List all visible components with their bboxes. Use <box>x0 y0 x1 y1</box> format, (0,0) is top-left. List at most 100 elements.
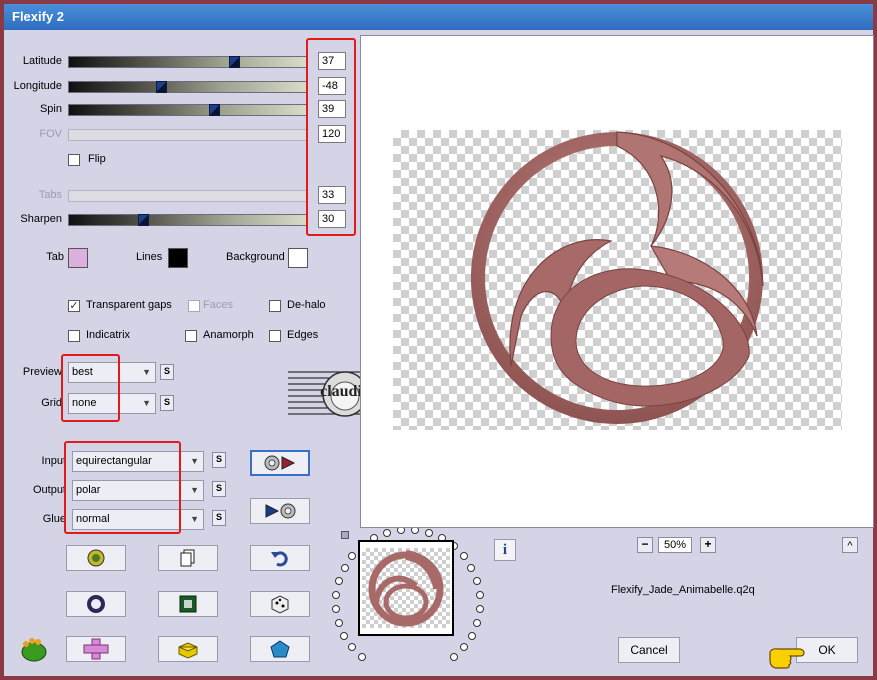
pointing-hand-icon <box>769 648 805 669</box>
de-halo-checkbox[interactable] <box>269 300 281 312</box>
fov-label: FOV <box>39 128 62 140</box>
transparent-gaps-checkbox[interactable]: ✓ <box>68 300 80 312</box>
pentagon-icon <box>270 640 290 658</box>
chevron-down-icon: ▼ <box>190 456 199 466</box>
input-to-output-button[interactable] <box>250 450 310 476</box>
edges-label: Edges <box>287 329 319 341</box>
output-label: Output <box>32 484 66 496</box>
background-color-swatch[interactable] <box>288 248 308 268</box>
navigator-dot[interactable] <box>476 591 484 599</box>
navigator-dot[interactable] <box>348 643 356 651</box>
pointing-hand <box>768 644 808 670</box>
info-button[interactable]: i <box>494 539 516 561</box>
grid-s-button[interactable]: S <box>160 395 174 411</box>
copy-button[interactable] <box>158 545 218 571</box>
input-label: Input <box>41 455 66 467</box>
navigator-dot[interactable] <box>383 529 391 537</box>
brick-button[interactable] <box>158 636 218 662</box>
plugin-logo-icon <box>21 638 47 662</box>
randomize-button[interactable] <box>66 545 126 571</box>
ring-button[interactable] <box>66 591 126 617</box>
preview-s-button[interactable]: S <box>160 364 174 380</box>
preset-filename: Flexify_Jade_Animabelle.q2q <box>611 584 755 596</box>
spin-slider[interactable] <box>68 104 308 116</box>
preview-label: Preview <box>22 366 62 378</box>
navigator-thumbnail[interactable] <box>358 540 454 636</box>
preview-grid-highlight <box>61 354 120 422</box>
zoom-level: 50% <box>658 537 692 553</box>
navigator-dot[interactable] <box>476 605 484 613</box>
edges-checkbox[interactable] <box>269 330 281 342</box>
tab-color-swatch[interactable] <box>68 248 88 268</box>
navigator-handle[interactable] <box>341 531 349 539</box>
lines-color-swatch[interactable] <box>168 248 188 268</box>
dice-button[interactable] <box>250 591 310 617</box>
expand-button[interactable]: ^ <box>842 537 858 553</box>
transparent-gaps-check-mark: ✓ <box>69 300 79 312</box>
navigator-dot[interactable] <box>335 619 343 627</box>
output-to-input-button[interactable] <box>250 498 310 524</box>
latitude-label: Latitude <box>22 55 62 67</box>
navigator-dot[interactable] <box>473 619 481 627</box>
navigator-dot[interactable] <box>473 577 481 585</box>
main-preview[interactable] <box>360 35 874 528</box>
sharpen-slider[interactable] <box>68 214 308 226</box>
polyhedron-button[interactable] <box>250 636 310 662</box>
spin-slider-thumb[interactable] <box>209 104 220 116</box>
plugin-logo[interactable] <box>18 636 48 664</box>
spin-label: Spin <box>39 103 62 115</box>
sharpen-slider-thumb[interactable] <box>138 214 149 226</box>
faces-checkbox <box>188 300 200 312</box>
randomize-icon <box>87 549 105 567</box>
background-color-label: Background <box>226 251 285 263</box>
glue-s-button[interactable]: S <box>212 510 226 526</box>
cross-tiles-icon <box>83 638 109 660</box>
navigator-dot[interactable] <box>467 564 475 572</box>
ring-icon <box>87 595 105 613</box>
values-highlight <box>306 38 356 236</box>
navigator-dot[interactable] <box>341 564 349 572</box>
navigator-dot[interactable] <box>460 552 468 560</box>
square-button[interactable] <box>158 591 218 617</box>
navigator-dot[interactable] <box>460 643 468 651</box>
chevron-down-icon: ▼ <box>142 367 151 377</box>
lines-color-label: Lines <box>136 251 163 263</box>
flip-checkbox[interactable] <box>68 154 80 166</box>
navigator-dot[interactable] <box>348 552 356 560</box>
transparent-gaps-label: Transparent gaps <box>86 299 172 311</box>
navigator-dot[interactable] <box>332 591 340 599</box>
zoom-in-button[interactable]: + <box>700 537 716 553</box>
faces-label: Faces <box>203 299 233 311</box>
latitude-slider[interactable] <box>68 56 308 68</box>
projection-highlight <box>64 441 181 534</box>
window-title: Flexify 2 <box>4 4 873 30</box>
tiles-button[interactable] <box>66 636 126 662</box>
chevron-down-icon: ▼ <box>142 398 151 408</box>
navigator-dot[interactable] <box>468 632 476 640</box>
tabs-slider <box>68 190 308 202</box>
anamorph-label: Anamorph <box>203 329 254 341</box>
navigator-dot[interactable] <box>425 529 433 537</box>
chevron-down-icon: ▼ <box>190 514 199 524</box>
output-s-button[interactable]: S <box>212 481 226 497</box>
navigator-dot[interactable] <box>335 577 343 585</box>
longitude-slider-thumb[interactable] <box>156 81 167 93</box>
navigator-dot[interactable] <box>332 605 340 613</box>
longitude-slider[interactable] <box>68 81 308 93</box>
info-icon: i <box>502 542 508 558</box>
copy-pages-icon <box>180 549 195 567</box>
input-s-button[interactable]: S <box>212 452 226 468</box>
zoom-out-button[interactable]: − <box>637 537 653 553</box>
longitude-label: Longitude <box>13 80 62 92</box>
navigator-dot[interactable] <box>358 653 366 661</box>
latitude-slider-thumb[interactable] <box>229 56 240 68</box>
navigator-dot[interactable] <box>450 653 458 661</box>
flip-label: Flip <box>88 153 106 165</box>
undo-button[interactable] <box>250 545 310 571</box>
navigator-dot[interactable] <box>340 632 348 640</box>
triangle-to-sphere-icon <box>265 503 296 519</box>
cancel-button[interactable]: Cancel <box>618 637 680 663</box>
indicatrix-checkbox[interactable] <box>68 330 80 342</box>
grid-label: Grid <box>41 397 62 409</box>
anamorph-checkbox[interactable] <box>185 330 197 342</box>
